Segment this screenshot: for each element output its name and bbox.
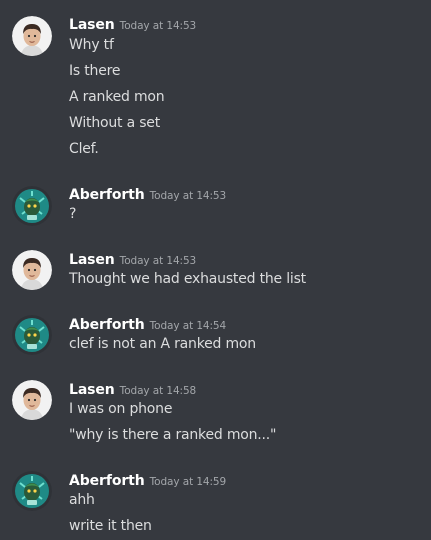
message-line: Without a set bbox=[69, 115, 160, 131]
avatar-lasen[interactable] bbox=[12, 16, 52, 56]
username[interactable]: Lasen bbox=[69, 252, 115, 268]
message-line: "why is there a ranked mon..." bbox=[69, 427, 277, 443]
message-line: ahh bbox=[69, 492, 95, 508]
username[interactable]: Lasen bbox=[69, 17, 115, 33]
avatar-aberforth[interactable] bbox=[12, 315, 52, 355]
human-face-avatar-icon bbox=[12, 250, 52, 290]
message-line: Is there bbox=[69, 63, 121, 79]
message-line: Why tf bbox=[69, 37, 114, 53]
timestamp: Today at 14:53 bbox=[119, 20, 197, 32]
message-line: A ranked mon bbox=[69, 89, 165, 105]
avatar-lasen[interactable] bbox=[12, 380, 52, 420]
green-creature-avatar-icon bbox=[12, 471, 52, 511]
timestamp: Today at 14:54 bbox=[149, 320, 227, 332]
message-line: ? bbox=[69, 206, 77, 222]
username[interactable]: Aberforth bbox=[69, 473, 145, 489]
username[interactable]: Aberforth bbox=[69, 317, 145, 333]
green-creature-avatar-icon bbox=[12, 186, 52, 226]
avatar-lasen[interactable] bbox=[12, 250, 52, 290]
message-line: I was on phone bbox=[69, 401, 173, 417]
username[interactable]: Lasen bbox=[69, 382, 115, 398]
message-line: write it then bbox=[69, 518, 152, 534]
avatar-aberforth[interactable] bbox=[12, 186, 52, 226]
timestamp: Today at 14:53 bbox=[149, 190, 227, 202]
message-line: Thought we had exhausted the list bbox=[69, 271, 306, 287]
timestamp: Today at 14:58 bbox=[119, 385, 197, 397]
avatar-aberforth[interactable] bbox=[12, 471, 52, 511]
timestamp: Today at 14:59 bbox=[149, 476, 227, 488]
username[interactable]: Aberforth bbox=[69, 187, 145, 203]
human-face-avatar-icon bbox=[12, 380, 52, 420]
human-face-avatar-icon bbox=[12, 16, 52, 56]
green-creature-avatar-icon bbox=[12, 315, 52, 355]
message-line: Clef. bbox=[69, 141, 99, 157]
timestamp: Today at 14:53 bbox=[119, 255, 197, 267]
message-line: clef is not an A ranked mon bbox=[69, 336, 256, 352]
